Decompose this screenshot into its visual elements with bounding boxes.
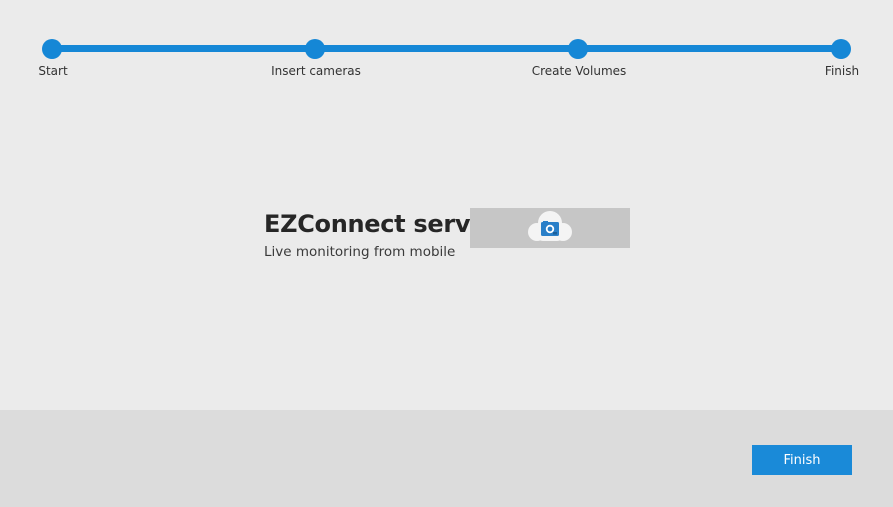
service-subtitle: Live monitoring from mobile: [264, 244, 456, 260]
step-label-insert-cameras: Insert cameras: [271, 64, 361, 78]
progress-stepper: Start Insert cameras Create Volumes Fini…: [0, 0, 893, 90]
service-image: [470, 208, 630, 248]
setup-wizard-page: Start Insert cameras Create Volumes Fini…: [0, 0, 893, 507]
step-dot-finish: [831, 39, 851, 59]
finish-button[interactable]: Finish: [752, 445, 852, 475]
step-label-finish: Finish: [824, 64, 860, 78]
step-label-create-volumes: Create Volumes: [531, 64, 627, 78]
cloud-camera-icon: [528, 211, 572, 241]
ezconnect-service-block: EZConnect service Live monitoring from m…: [264, 208, 634, 268]
step-dot-create-volumes: [568, 39, 588, 59]
step-label-start: Start: [38, 64, 68, 78]
step-dot-insert-cameras: [305, 39, 325, 59]
progress-track: [52, 45, 842, 52]
step-dot-start: [42, 39, 62, 59]
footer-bar: Finish: [0, 410, 893, 507]
